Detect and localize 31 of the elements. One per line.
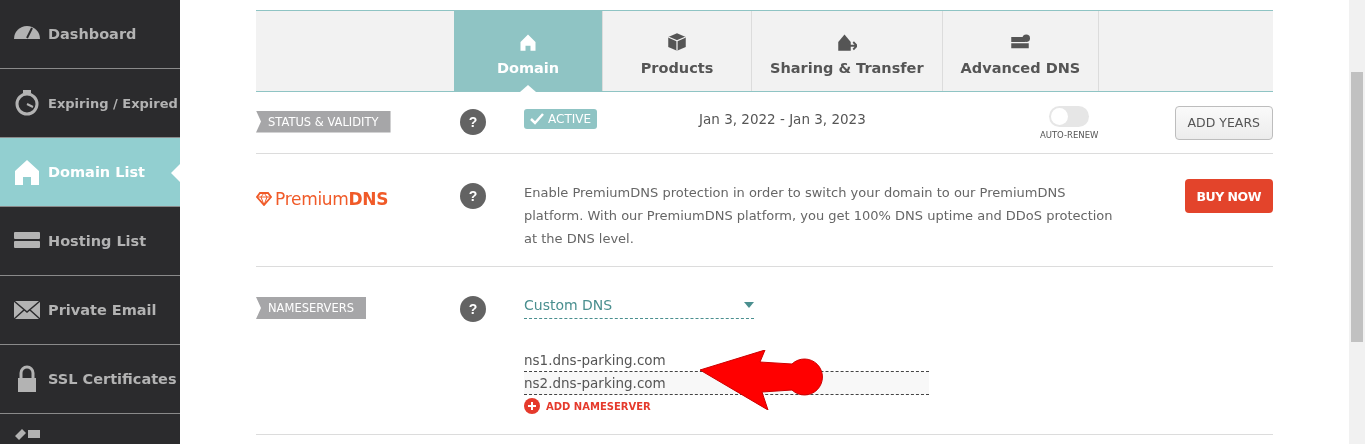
caret-icon bbox=[744, 302, 754, 308]
status-badge: ACTIVE bbox=[524, 108, 598, 129]
toggle-label: AUTO-RENEW bbox=[1039, 129, 1099, 140]
sidebar-item[interactable]: Private Email bbox=[0, 276, 180, 345]
auto-renew-toggle[interactable] bbox=[1049, 105, 1090, 127]
house-arrow-icon bbox=[836, 32, 857, 52]
scrollbar-thumb[interactable] bbox=[1351, 72, 1363, 342]
house-icon bbox=[518, 32, 538, 52]
check-icon bbox=[530, 112, 544, 125]
add-years-button[interactable]: ADD YEARS bbox=[1174, 105, 1273, 140]
sidebar-item[interactable]: SSL Certificates bbox=[0, 345, 180, 414]
gem-icon bbox=[256, 192, 272, 206]
premium-dns-logo: PremiumDNS bbox=[256, 189, 389, 209]
section-label: STATUS & VALIDITY bbox=[256, 110, 391, 133]
premium-dns-description: Enable PremiumDNS protection in order to switch your domain to our PremiumDNS platform. With our PremiumDNS platform, you get 100% DNS uptime and DDoS protection at the DNS level. bbox=[524, 184, 1114, 248]
house-icon bbox=[12, 157, 42, 187]
buy-now-button[interactable]: BUY NOW bbox=[1184, 179, 1273, 213]
box-icon bbox=[667, 32, 687, 52]
section-label: NAMESERVERS bbox=[256, 297, 366, 319]
pointer-triangle bbox=[171, 164, 180, 182]
pointer-triangle bbox=[520, 85, 536, 92]
help-button[interactable]: ? bbox=[460, 183, 486, 209]
scrollbar[interactable] bbox=[1349, 0, 1365, 444]
dns-type-dropdown[interactable]: Custom DNS bbox=[524, 297, 754, 319]
plus-circle-icon bbox=[524, 398, 540, 414]
sidebar-item[interactable]: Hosting List bbox=[0, 207, 180, 276]
help-button[interactable]: ? bbox=[460, 296, 486, 322]
validity-dates: Jan 3, 2022 - Jan 3, 2023 bbox=[699, 110, 866, 127]
add-nameserver-link[interactable]: ADD NAMESERVER bbox=[524, 398, 651, 414]
help-button[interactable]: ? bbox=[460, 108, 486, 135]
sidebar-item[interactable]: Dashboard bbox=[0, 0, 180, 69]
